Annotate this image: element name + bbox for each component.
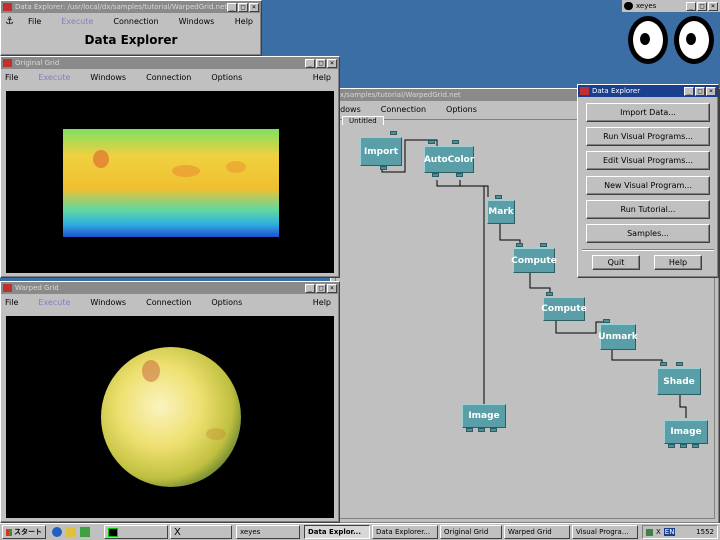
clock[interactable]: 1552 (696, 528, 714, 536)
terminal-icon (108, 527, 118, 537)
quick-launch (52, 527, 90, 537)
menu-help[interactable]: Help (313, 73, 331, 82)
menu-execute[interactable]: Execute (38, 73, 70, 82)
module-port[interactable] (478, 428, 485, 432)
new-visual-program-button[interactable]: New Visual Program... (586, 176, 710, 195)
original-grid-menubar: File Execute Windows Connection Options … (1, 69, 339, 85)
minimize-button[interactable]: _ (305, 58, 315, 68)
module-compute-1[interactable]: Compute (511, 248, 557, 273)
taskbar-exceed-item[interactable] (104, 525, 168, 539)
network-icon[interactable] (646, 528, 653, 536)
warped-grid-menubar: File Execute Windows Connection Options … (1, 294, 339, 310)
taskbar-data-explorer-2-item[interactable]: Data Explorer... (372, 525, 438, 539)
module-autocolor[interactable]: AutoColor (424, 146, 474, 173)
module-port[interactable] (692, 444, 699, 448)
windows-logo-icon (6, 528, 12, 536)
maximize-button[interactable]: □ (316, 283, 326, 293)
module-port[interactable] (456, 173, 463, 177)
launcher-titlebar[interactable]: Data Explorer _ □ × (578, 85, 718, 97)
samples-button[interactable]: Samples... (586, 224, 710, 243)
module-port[interactable] (603, 319, 610, 323)
module-unmark[interactable]: Unmark (598, 324, 638, 350)
x-server-icon[interactable]: X (656, 528, 661, 536)
menu-file[interactable]: File (5, 298, 18, 307)
module-port[interactable] (668, 444, 675, 448)
module-port[interactable] (516, 243, 523, 247)
module-mark[interactable]: Mark (487, 200, 515, 224)
start-button[interactable]: スタート (2, 525, 46, 539)
menu-help[interactable]: Help (313, 298, 331, 307)
module-port[interactable] (390, 131, 397, 135)
module-import[interactable]: Import (360, 137, 402, 166)
module-port[interactable] (380, 166, 387, 170)
module-port[interactable] (540, 243, 547, 247)
original-grid-titlebar[interactable]: Original Grid _ □ × (1, 57, 339, 69)
language-indicator[interactable]: EN (663, 528, 676, 536)
module-port[interactable] (676, 362, 683, 366)
launcher-window[interactable]: Data Explorer _ □ × Import Data... Run Vis… (577, 84, 719, 278)
module-port[interactable] (680, 444, 687, 448)
close-button[interactable]: × (706, 86, 716, 96)
menu-windows[interactable]: Windows (90, 73, 126, 82)
module-image-1[interactable]: Image (462, 404, 506, 428)
module-port[interactable] (452, 140, 459, 144)
module-shade[interactable]: Shade (657, 368, 701, 395)
dx-app-icon (3, 284, 12, 292)
minimize-button[interactable]: _ (684, 86, 694, 96)
original-grid-render[interactable] (6, 91, 334, 273)
run-tutorial-button[interactable]: Run Tutorial... (586, 200, 710, 219)
module-port[interactable] (466, 428, 473, 432)
menu-options[interactable]: Options (211, 298, 242, 307)
warped-grid-render[interactable] (6, 316, 334, 518)
module-port[interactable] (490, 428, 497, 432)
module-image-2[interactable]: Image (664, 420, 708, 444)
dx-app-icon (3, 59, 12, 67)
warped-grid-window[interactable]: Warped Grid _ □ × File Execute Windows Con… (0, 281, 340, 523)
warped-grid-title: Warped Grid (15, 284, 59, 292)
menu-file[interactable]: File (5, 73, 18, 82)
module-port[interactable] (428, 140, 435, 144)
quit-button[interactable]: Quit (592, 255, 640, 270)
module-port[interactable] (660, 362, 667, 366)
minimize-button[interactable]: _ (305, 283, 315, 293)
divider (582, 249, 714, 251)
menu-connection[interactable]: Connection (146, 73, 191, 82)
taskbar-visual-program-item[interactable]: Visual Progra... (572, 525, 638, 539)
taskbar-x-item[interactable]: X (170, 525, 232, 539)
module-compute-2[interactable]: Compute (541, 297, 587, 321)
taskbar-warped-grid-item[interactable]: Warped Grid (504, 525, 570, 539)
flat-grid-image (63, 129, 279, 237)
module-port[interactable] (432, 173, 439, 177)
dx-app-icon (580, 87, 589, 95)
browser-icon[interactable] (52, 527, 62, 537)
original-grid-window[interactable]: Original Grid _ □ × File Execute Windows C… (0, 56, 340, 278)
menu-connection[interactable]: Connection (146, 298, 191, 307)
menu-execute[interactable]: Execute (38, 298, 70, 307)
sphere-image (101, 347, 241, 487)
warped-grid-titlebar[interactable]: Warped Grid _ □ × (1, 282, 339, 294)
x-icon: X (174, 526, 181, 538)
module-port[interactable] (546, 292, 553, 296)
close-button[interactable]: × (327, 283, 337, 293)
launcher-title: Data Explorer (592, 87, 641, 95)
help-button[interactable]: Help (654, 255, 702, 270)
maximize-button[interactable]: □ (695, 86, 705, 96)
maximize-button[interactable]: □ (316, 58, 326, 68)
folder-icon[interactable] (66, 527, 76, 537)
taskbar-data-explorer-item[interactable]: Data Explor... (304, 525, 370, 539)
run-visual-programs-button[interactable]: Run Visual Programs... (586, 127, 710, 146)
edit-visual-programs-button[interactable]: Edit Visual Programs... (586, 151, 710, 170)
taskbar-original-grid-item[interactable]: Original Grid (440, 525, 502, 539)
menu-options[interactable]: Options (211, 73, 242, 82)
system-tray: X EN 1552 (642, 525, 718, 539)
original-grid-title: Original Grid (15, 59, 60, 67)
desktop-icon[interactable] (80, 527, 90, 537)
import-data-button[interactable]: Import Data... (586, 103, 710, 122)
close-button[interactable]: × (327, 58, 337, 68)
module-port[interactable] (495, 195, 502, 199)
menu-windows[interactable]: Windows (90, 298, 126, 307)
taskbar-xeyes-item[interactable]: xeyes (236, 525, 300, 539)
